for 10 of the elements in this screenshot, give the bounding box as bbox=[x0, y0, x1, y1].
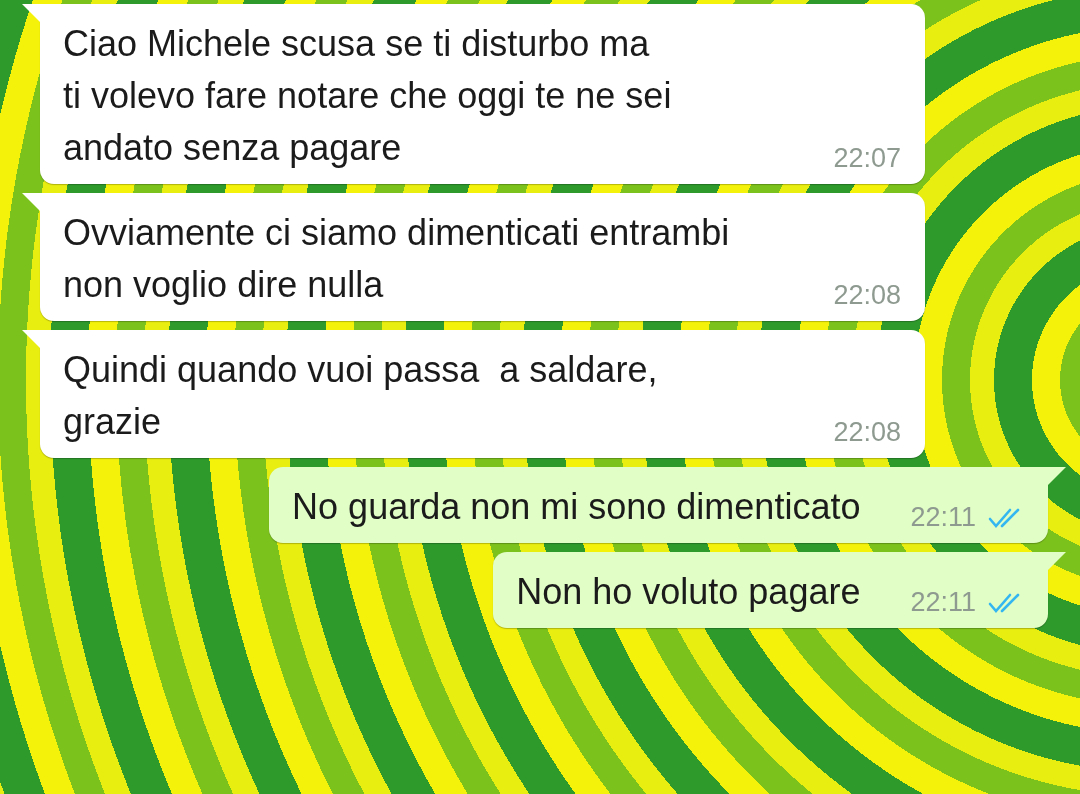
message-text: Quindi quando vuoi passa a saldare, grazie bbox=[63, 348, 658, 444]
message-time: 22:08 bbox=[833, 417, 901, 448]
message-text: No guarda non mi sono dimenticato bbox=[292, 485, 861, 529]
message-time: 22:11 bbox=[910, 502, 976, 533]
message-time: 22:07 bbox=[833, 143, 901, 174]
message-time: 22:08 bbox=[833, 280, 901, 311]
message-text: Ovviamente ci siamo dimenticati entrambi non voglio dire nulla bbox=[63, 211, 730, 307]
message-text: Ciao Michele scusa se ti disturbo ma ti volevo fare notare che oggi te ne sei andato senza pagare bbox=[63, 22, 672, 170]
message-time: 22:11 bbox=[910, 587, 976, 618]
message-text: Non ho voluto pagare bbox=[516, 570, 861, 614]
